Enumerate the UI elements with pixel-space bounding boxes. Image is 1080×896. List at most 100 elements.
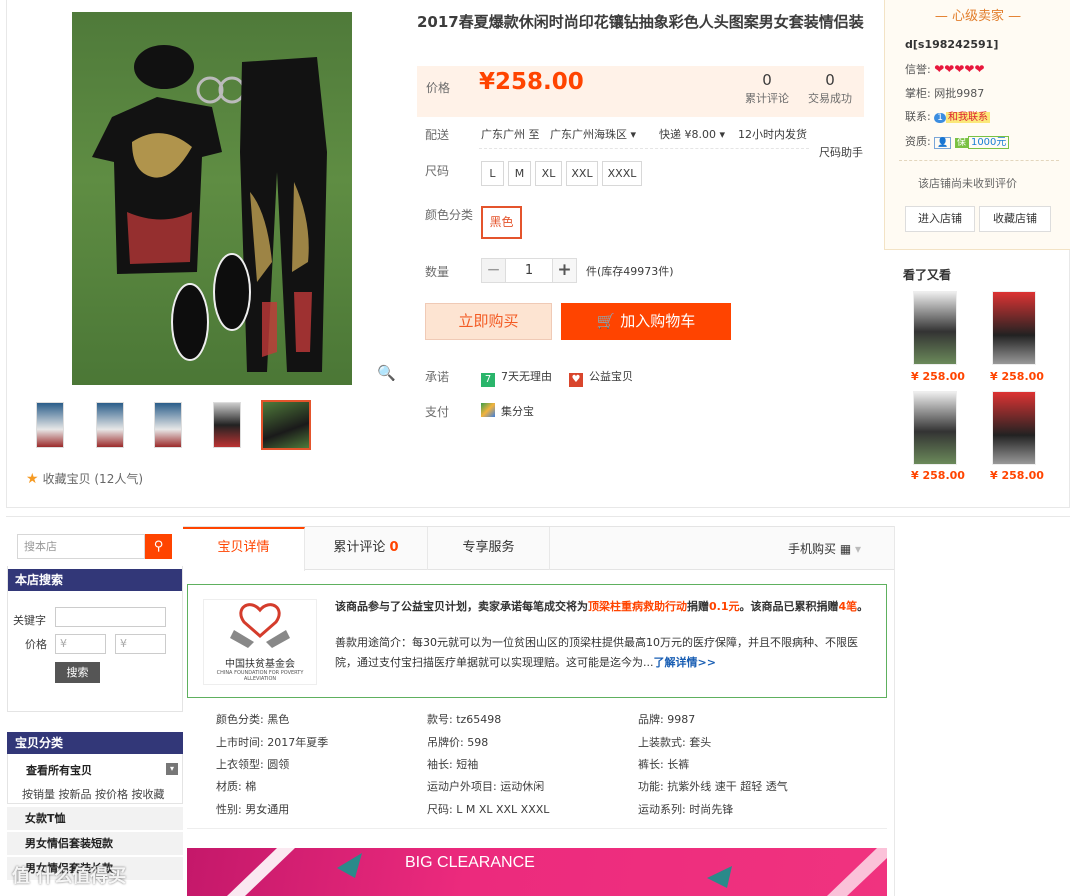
- keyword-input[interactable]: [55, 607, 166, 627]
- price-label: 价格: [426, 81, 451, 95]
- divider: [187, 828, 887, 829]
- divider: [479, 148, 809, 149]
- price-range-label: 价格: [25, 638, 47, 651]
- tab-detail[interactable]: 宝贝详情: [183, 527, 305, 571]
- charity-description: 善款用途简介：每30元就可以为一位贫困山区的顶梁柱提供最高10万元的医疗保障，并…: [335, 636, 858, 669]
- promise-charity-label: 公益宝贝: [589, 370, 633, 383]
- detail-tabbar: 宝贝详情 累计评论 0 专享服务 手机购买 ▦ ▾: [183, 526, 894, 571]
- thumbnail[interactable]: [36, 402, 64, 448]
- id-verified-icon[interactable]: 👤: [934, 137, 952, 149]
- keeper-label: 掌柜:: [905, 87, 931, 100]
- price-amount: 258.00: [495, 69, 584, 95]
- category-item[interactable]: 女款T恤: [7, 807, 183, 831]
- attribute-item: 颜色分类: 黑色: [216, 713, 290, 726]
- tab-reviews[interactable]: 累计评论 0: [305, 527, 428, 570]
- all-items-link[interactable]: 查看所有宝贝: [26, 762, 92, 778]
- quantity-input[interactable]: 1: [506, 258, 552, 283]
- payment-method-label: 集分宝: [501, 405, 534, 418]
- charity-logo: 中国扶贫基金会 CHINA FOUNDATION FOR POVERTY ALL…: [203, 599, 317, 685]
- collapse-icon[interactable]: ▾: [166, 763, 178, 775]
- payment-method[interactable]: 集分宝: [481, 403, 534, 419]
- favorite-shop-button[interactable]: 收藏店铺: [979, 206, 1051, 232]
- ship-to-select[interactable]: 广东广州海珠区 ▾: [550, 126, 636, 142]
- also-viewed-image[interactable]: [992, 391, 1036, 465]
- promise-label: 承诺: [425, 370, 450, 384]
- seller-name[interactable]: d[s198242591]: [905, 38, 998, 51]
- promise-charity[interactable]: ♥ 公益宝贝: [569, 368, 633, 387]
- wangwang-icon: 1: [934, 113, 946, 123]
- review-count-stat[interactable]: 0 累计评论: [739, 71, 795, 106]
- attribute-item: 材质: 棉: [216, 780, 257, 793]
- size-option[interactable]: XXXL: [602, 161, 642, 186]
- also-viewed-price[interactable]: ¥ 258.00: [990, 370, 1044, 383]
- price-min-input[interactable]: ¥: [55, 634, 106, 654]
- size-option[interactable]: XXL: [566, 161, 598, 186]
- also-viewed-image[interactable]: [913, 391, 957, 465]
- price-max-input[interactable]: ¥: [115, 634, 166, 654]
- favorite-item-link[interactable]: ★ 收藏宝贝 (12人气): [26, 470, 143, 487]
- quantity-decrease-button[interactable]: −: [481, 258, 506, 283]
- qualification-label: 资质:: [905, 135, 931, 148]
- sidebar-search-button[interactable]: 搜索: [55, 662, 100, 683]
- qrcode-icon: ▦: [839, 542, 852, 556]
- thumbnail-selected[interactable]: [261, 400, 311, 450]
- promo-banner[interactable]: BIG CLEARANCE: [187, 848, 887, 896]
- keeper-name[interactable]: 网批9987: [934, 87, 984, 100]
- contact-seller-button[interactable]: 和我联系: [945, 112, 990, 123]
- thumbnail[interactable]: [96, 402, 124, 448]
- product-title: 2017春夏爆款休闲时尚印花镶钻抽象彩色人头图案男女套装情侣装: [417, 13, 864, 31]
- product-main-image[interactable]: [72, 12, 352, 385]
- divider: [899, 160, 1059, 161]
- promise-7day[interactable]: 7 7天无理由: [481, 368, 552, 387]
- size-option[interactable]: M: [508, 161, 531, 186]
- promise-7day-label: 7天无理由: [501, 370, 552, 383]
- size-option[interactable]: XL: [535, 161, 562, 186]
- enter-shop-button[interactable]: 进入店铺: [905, 206, 975, 232]
- charity-heart-icon: ♥: [569, 373, 583, 387]
- sort-links[interactable]: 按销量 按新品 按价格 按收藏: [22, 786, 165, 802]
- also-viewed-price[interactable]: ¥ 258.00: [911, 469, 965, 482]
- charity-logo-text: 中国扶贫基金会: [225, 659, 295, 670]
- size-option[interactable]: L: [481, 161, 504, 186]
- shop-search-input[interactable]: 搜本店: [17, 534, 145, 559]
- tab-service[interactable]: 专享服务: [428, 527, 550, 570]
- attribute-item: 运动户外项目: 运动休闲: [427, 780, 545, 793]
- also-viewed-price[interactable]: ¥ 258.00: [911, 370, 965, 383]
- quantity-increase-button[interactable]: +: [552, 258, 577, 283]
- charity-text: 。该商品已累积捐赠: [739, 600, 839, 613]
- attribute-item: 上装款式: 套头: [638, 736, 712, 749]
- charity-count: 4笔: [838, 600, 858, 613]
- quantity-label: 数量: [425, 265, 450, 279]
- search-icon[interactable]: ⚲: [145, 534, 172, 559]
- charity-line1: 该商品参与了公益宝贝计划，卖家承诺每笔成交将为顶梁柱重病救助行动捐赠0.1元。该…: [335, 599, 870, 615]
- buy-now-button[interactable]: 立即购买: [425, 303, 552, 340]
- magnifier-icon[interactable]: 🔍: [377, 364, 396, 382]
- charity-text: 捐赠: [687, 600, 709, 613]
- size-helper-link[interactable]: 尺码助手: [819, 144, 863, 160]
- seven-day-icon: 7: [481, 373, 495, 387]
- ship-method-select[interactable]: 快递 ¥8.00 ▾: [659, 126, 725, 142]
- right-column: [894, 526, 1070, 896]
- mobile-buy[interactable]: 手机购买 ▦ ▾: [788, 540, 861, 557]
- thumbnail[interactable]: [154, 402, 182, 448]
- seller-level-title: — 心级卖家 —: [934, 9, 1022, 24]
- deposit-amount[interactable]: 1000元: [967, 136, 1010, 149]
- thumbnail[interactable]: [213, 402, 241, 448]
- add-to-cart-button[interactable]: 🛒 加入购物车: [561, 303, 731, 340]
- credit-hearts-icon[interactable]: ❤❤❤❤❤: [934, 62, 984, 76]
- keyword-label: 关键字: [13, 614, 46, 627]
- payment-label: 支付: [425, 405, 450, 419]
- category-item[interactable]: 男女情侣套装短款: [7, 832, 183, 856]
- caret-down-icon: ▾: [855, 542, 862, 556]
- also-viewed-price[interactable]: ¥ 258.00: [990, 469, 1044, 482]
- charity-more-link[interactable]: 了解详情>>: [654, 656, 716, 669]
- price-value: ¥258.00: [479, 69, 584, 95]
- also-viewed-image[interactable]: [992, 291, 1036, 365]
- color-option-selected[interactable]: 黑色: [481, 206, 522, 239]
- add-to-cart-label: 加入购物车: [620, 312, 696, 330]
- also-viewed-image[interactable]: [913, 291, 957, 365]
- attribute-item: 袖长: 短袖: [427, 758, 479, 771]
- charity-line2: 善款用途简介：每30元就可以为一位贫困山区的顶梁柱提供最高10万元的医疗保障，并…: [335, 633, 870, 673]
- tab-reviews-label: 累计评论: [333, 540, 386, 555]
- sales-count-label: 交易成功: [808, 92, 852, 105]
